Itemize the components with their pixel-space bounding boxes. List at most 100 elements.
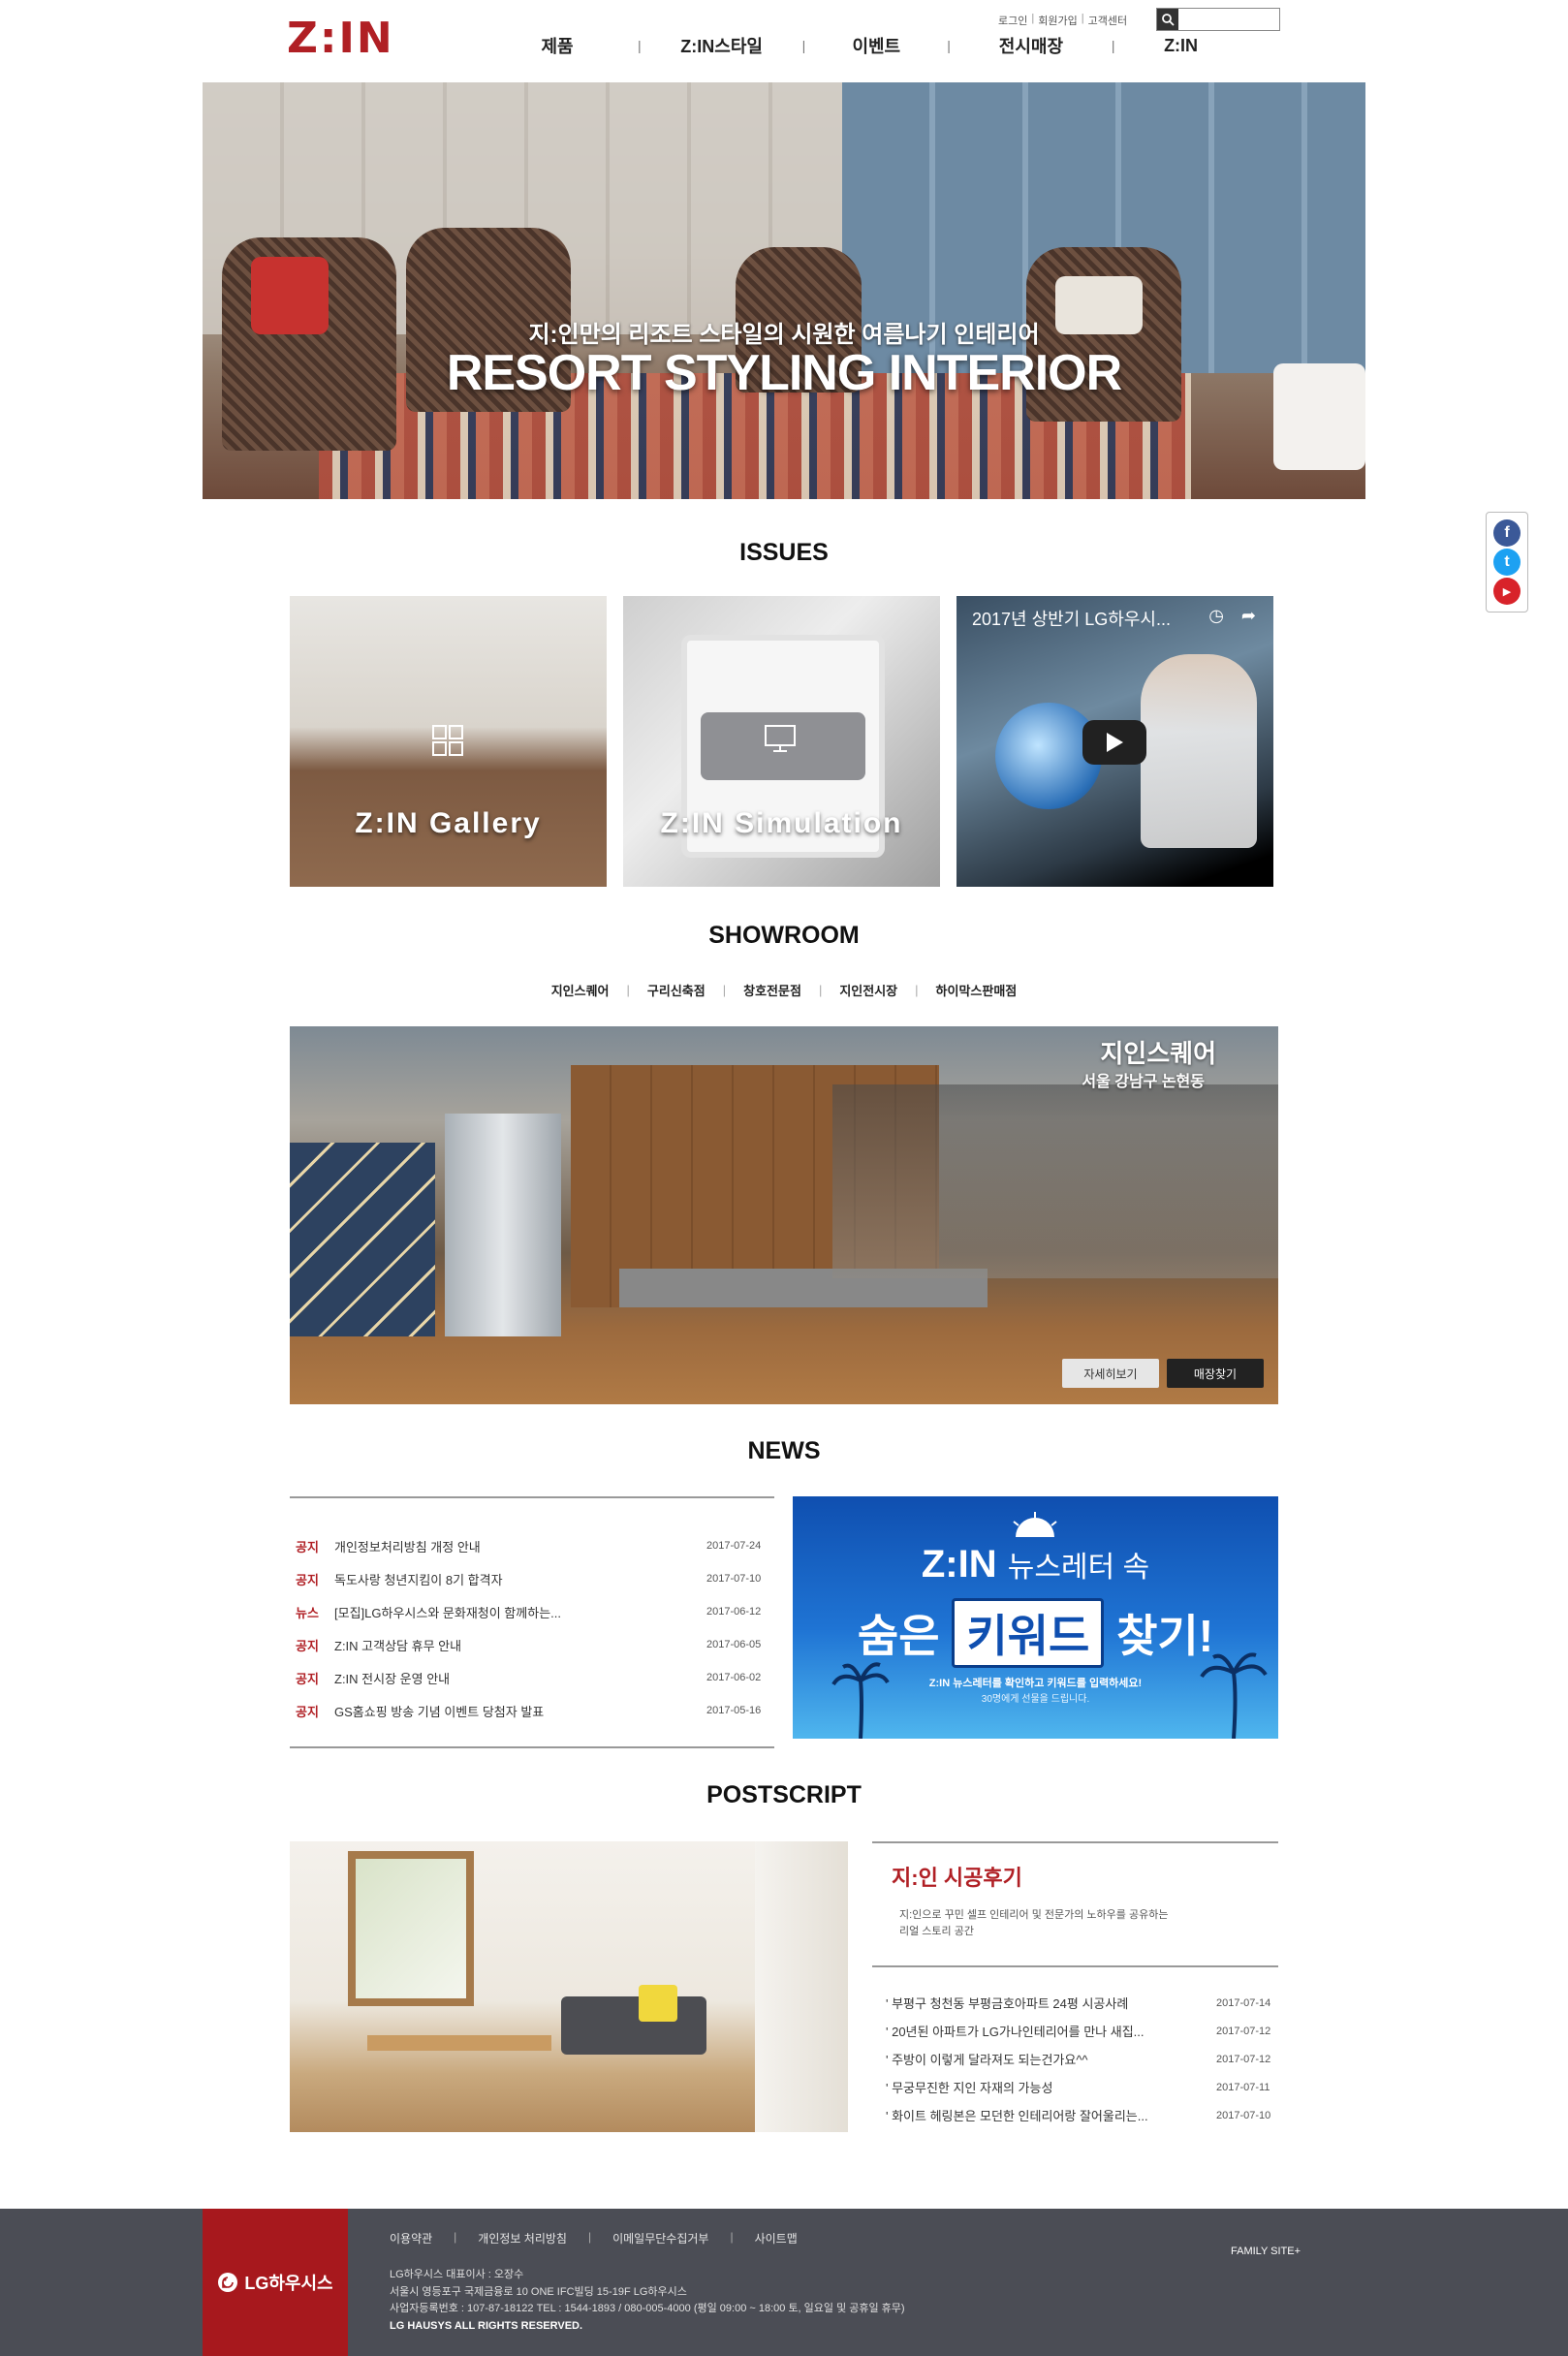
- postscript-item-title[interactable]: ' 부평구 청천동 부평금호아파트 24평 시공사례: [886, 1994, 1216, 2012]
- tab-himacs-store[interactable]: 하이막스판매점: [936, 981, 1018, 999]
- postscript-item-date: 2017-07-10: [1216, 2109, 1271, 2121]
- list-item[interactable]: ' 주방이 이렇게 달라져도 되는건가요^^ 2017-07-12: [872, 2045, 1278, 2073]
- postscript-box-title[interactable]: 지:인 시공후기: [892, 1861, 1259, 1892]
- play-icon: [1107, 733, 1123, 752]
- footer-brand: LG하우시스: [203, 2209, 348, 2356]
- news-title-link[interactable]: Z:IN 고객상담 휴무 안내: [334, 1636, 706, 1654]
- postscript-item-date: 2017-07-14: [1216, 1996, 1271, 2009]
- postscript-sofa: [561, 1996, 706, 2055]
- news-tag: 공지: [296, 1572, 319, 1587]
- postscript-window: [348, 1851, 474, 2006]
- list-item[interactable]: 공지 Z:IN 고객상담 휴무 안내 2017-06-05: [290, 1628, 774, 1661]
- privacy-link[interactable]: 개인정보 처리방침: [478, 2230, 567, 2246]
- nav-separator: |: [638, 38, 642, 53]
- postscript-item-date: 2017-07-12: [1216, 2025, 1271, 2037]
- list-item[interactable]: 뉴스 [모집]LG하우시스와 문화재청이 함께하는... 2017-06-12: [290, 1595, 774, 1628]
- customer-center-link[interactable]: 고객센터: [1088, 13, 1127, 28]
- news-tag: 공지: [296, 1704, 319, 1719]
- list-item[interactable]: 공지 GS홈쇼핑 방송 기념 이벤트 당첨자 발표 2017-05-16: [290, 1694, 774, 1727]
- issue-caption: Z:IN Gallery: [355, 807, 542, 839]
- news-date: 2017-06-05: [706, 1639, 762, 1650]
- tab-separator: |: [626, 983, 630, 997]
- postscript-item-title[interactable]: ' 주방이 이렇게 달라져도 되는건가요^^: [886, 2050, 1216, 2068]
- postscript-image[interactable]: [290, 1841, 848, 2132]
- postscript-curtain: [755, 1841, 848, 2132]
- news-title-link[interactable]: 개인정보처리방침 개정 안내: [334, 1537, 706, 1555]
- nav-item-showroom[interactable]: 전시매장: [978, 33, 1084, 58]
- lg-logo-icon: [218, 2273, 238, 2292]
- news-title-link[interactable]: [모집]LG하우시스와 문화재청이 함께하는...: [334, 1603, 706, 1621]
- list-item[interactable]: 공지 독도사랑 청년지킴이 8기 합격자 2017-07-10: [290, 1562, 774, 1595]
- showroom-title: SHOWROOM: [708, 922, 860, 949]
- list-item[interactable]: 공지 Z:IN 전시장 운영 안내 2017-06-02: [290, 1661, 774, 1694]
- site-logo[interactable]: Z:IN: [287, 17, 394, 60]
- hero-banner[interactable]: 지:인만의 리조트 스타일의 시원한 여름나기 인테리어 RESORT STYL…: [203, 82, 1365, 499]
- list-item[interactable]: ' 무궁무진한 지인 자재의 가능성 2017-07-11: [872, 2073, 1278, 2101]
- monitor-icon: [765, 725, 796, 752]
- news-title-link[interactable]: Z:IN 전시장 운영 안내: [334, 1669, 706, 1687]
- list-item[interactable]: ' 20년된 아파트가 LG가나인테리어를 만나 새집... 2017-07-12: [872, 2017, 1278, 2045]
- family-site-button[interactable]: FAMILY SITE+: [1231, 2246, 1301, 2257]
- issue-card-simulation[interactable]: Z:IN Simulation: [623, 596, 940, 887]
- issue-caption: Z:IN Simulation: [660, 807, 903, 839]
- footer-separator: |: [730, 2230, 734, 2244]
- hero-title: RESORT STYLING INTERIOR: [446, 345, 1122, 401]
- list-item[interactable]: ' 부평구 청천동 부평금호아파트 24평 시공사례 2017-07-14: [872, 1989, 1278, 2017]
- nav-item-style[interactable]: Z:IN스타일: [669, 33, 775, 58]
- video-title[interactable]: 2017년 상반기 LG하우시...: [972, 606, 1171, 631]
- issues-title: ISSUES: [739, 539, 829, 566]
- banner-keyword: 키워드: [952, 1598, 1105, 1668]
- email-refusal-link[interactable]: 이메일무단수집거부: [612, 2230, 708, 2246]
- footer-address: 서울시 영등포구 국제금융로 10 ONE IFC빌딩 15-19F LG하우시…: [390, 2285, 687, 2298]
- news-title-link[interactable]: GS홈쇼핑 방송 기념 이벤트 당첨자 발표: [334, 1702, 706, 1720]
- postscript-table: [367, 2035, 551, 2051]
- play-button[interactable]: [1082, 720, 1146, 765]
- newsletter-banner[interactable]: Z:IN 뉴스레터 속 숨은 키워드 찾기! Z:IN 뉴스레터를 확인하고 키…: [793, 1496, 1278, 1739]
- postscript-item-title[interactable]: ' 화이트 헤링본은 모던한 인테리어랑 잘어울리는...: [886, 2106, 1216, 2124]
- detail-button[interactable]: 자세히보기: [1062, 1359, 1159, 1388]
- news-date: 2017-06-02: [706, 1672, 762, 1683]
- search-input[interactable]: [1178, 10, 1279, 29]
- list-item[interactable]: 공지 개인정보처리방침 개정 안내 2017-07-24: [290, 1529, 774, 1562]
- signup-link[interactable]: 회원가입: [1038, 13, 1077, 28]
- news-date: 2017-07-24: [706, 1540, 762, 1552]
- share-icon[interactable]: ➦: [1241, 606, 1256, 626]
- footer-separator: |: [587, 2230, 592, 2244]
- tab-guri[interactable]: 구리신축점: [647, 981, 706, 999]
- news-tag: 공지: [296, 1671, 319, 1686]
- watch-later-icon[interactable]: ◷: [1208, 606, 1224, 626]
- sitemap-link[interactable]: 사이트맵: [755, 2230, 798, 2246]
- nav-item-products[interactable]: 제품: [504, 33, 611, 58]
- showroom-image: 지인스퀘어 서울 강남구 논현동 자세히보기 매장찾기: [290, 1026, 1278, 1404]
- nav-item-events[interactable]: 이벤트: [832, 33, 920, 58]
- list-item[interactable]: ' 화이트 헤링본은 모던한 인테리어랑 잘어울리는... 2017-07-10: [872, 2101, 1278, 2129]
- news-tag: 뉴스: [296, 1605, 319, 1620]
- news-title-link[interactable]: 독도사랑 청년지킴이 8기 합격자: [334, 1570, 706, 1588]
- nav-item-zin[interactable]: Z:IN: [1143, 36, 1220, 56]
- issue-card-video[interactable]: 2017년 상반기 LG하우시... ◷ ➦: [956, 596, 1273, 887]
- sun-icon: [1013, 1512, 1057, 1537]
- tab-separator: |: [818, 983, 823, 997]
- news-list: 공지 개인정보처리방침 개정 안내 2017-07-24 공지 독도사랑 청년지킴이 …: [290, 1496, 774, 1748]
- palm-tree-icon: [831, 1662, 890, 1739]
- tab-zin-showroom[interactable]: 지인전시장: [839, 981, 897, 999]
- tab-zin-square[interactable]: 지인스퀘어: [551, 981, 610, 999]
- terms-link[interactable]: 이용약관: [390, 2230, 432, 2246]
- showroom-name: 지인스퀘어: [1100, 1039, 1216, 1068]
- login-link[interactable]: 로그인: [998, 13, 1027, 28]
- banner-word-a: 숨은: [857, 1611, 940, 1661]
- postscript-item-title[interactable]: ' 20년된 아파트가 LG가나인테리어를 만나 새집...: [886, 2022, 1216, 2040]
- youtube-icon[interactable]: ▶: [1493, 578, 1521, 605]
- issue-card-gallery[interactable]: Z:IN Gallery: [290, 596, 607, 887]
- search-box: [1156, 8, 1280, 31]
- postscript-item-title[interactable]: ' 무궁무진한 지인 자재의 가능성: [886, 2078, 1216, 2096]
- footer-biz: 사업자등록번호 : 107-87-18122 TEL : 1544-1893 /…: [390, 2303, 905, 2315]
- news-tag: 공지: [296, 1539, 319, 1555]
- tab-window-store[interactable]: 창호전문점: [743, 981, 801, 999]
- showroom-tabs: 지인스퀘어 | 구리신축점 | 창호전문점 | 지인전시장 | 하이막스판매점: [0, 981, 1568, 999]
- news-date: 2017-07-10: [706, 1573, 762, 1585]
- find-store-button[interactable]: 매장찾기: [1167, 1359, 1264, 1388]
- search-button[interactable]: [1157, 9, 1178, 30]
- showroom-address: 서울 강남구 논현동: [1082, 1074, 1205, 1090]
- footer-links: 이용약관 | 개인정보 처리방침 | 이메일무단수집거부 | 사이트맵: [390, 2230, 798, 2246]
